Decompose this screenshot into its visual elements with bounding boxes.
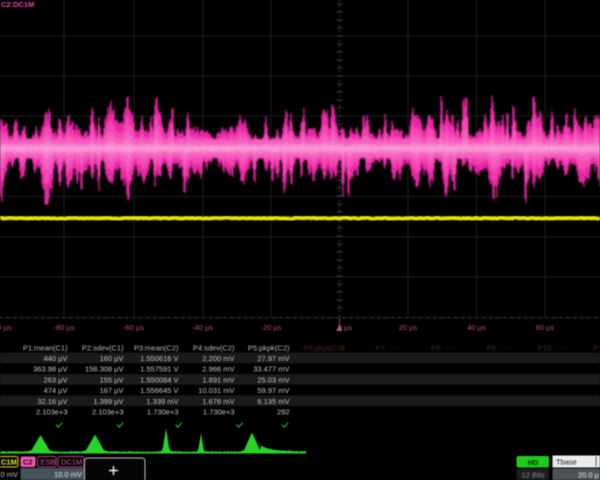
svg-text:ESB: ESB (41, 458, 56, 467)
svg-text:P4:sdev(C2): P4:sdev(C2) (193, 344, 235, 353)
svg-text:20 µs: 20 µs (399, 323, 418, 332)
svg-text:P8: - - -: P8: - - - (431, 344, 457, 353)
svg-text:59.97 mV: 59.97 mV (257, 386, 289, 395)
svg-text:474 µV: 474 µV (44, 386, 68, 395)
svg-text:Tbase: Tbase (556, 458, 577, 467)
svg-text:33.477 mV: 33.477 mV (253, 365, 289, 374)
svg-text:60 µs: 60 µs (536, 323, 555, 332)
svg-text:C1M: C1M (1, 458, 17, 467)
svg-text:12 Bits: 12 Bits (522, 471, 545, 480)
svg-text:155 µV: 155 µV (100, 375, 124, 384)
svg-text:C2:DC1M: C2:DC1M (1, 0, 34, 9)
svg-text:1.730e+3: 1.730e+3 (147, 408, 179, 417)
svg-text:1.339 mV: 1.339 mV (146, 397, 178, 406)
svg-text:25.03 mV: 25.03 mV (257, 375, 289, 384)
svg-text:P1:mean(C1): P1:mean(C1) (23, 344, 68, 353)
svg-text:1.676 mV: 1.676 mV (202, 397, 234, 406)
svg-text:1.891 mV: 1.891 mV (202, 375, 234, 384)
svg-text:263 µV: 263 µV (44, 375, 68, 384)
svg-text:-100 µs: -100 µs (0, 323, 12, 332)
svg-text:27.97 mV: 27.97 mV (257, 354, 289, 363)
svg-text:2.103e+3: 2.103e+3 (92, 408, 124, 417)
svg-text:0 µs: 0 µs (338, 323, 353, 332)
svg-text:20.0 µ: 20.0 µ (578, 471, 600, 480)
svg-text:1.550616 V: 1.550616 V (140, 354, 178, 363)
svg-text:P5:pkpk(C2): P5:pkpk(C2) (248, 344, 290, 353)
svg-text:10.031 mV: 10.031 mV (198, 386, 234, 395)
svg-text:C2: C2 (23, 458, 33, 467)
svg-text:1.556645 V: 1.556645 V (140, 386, 178, 395)
svg-text:DC1M: DC1M (61, 458, 82, 467)
svg-text:160 µV: 160 µV (100, 354, 124, 363)
svg-text:10.0 mV: 10.0 mV (54, 470, 82, 479)
svg-text:1.550084 V: 1.550084 V (140, 375, 178, 384)
svg-text:158.308 µV: 158.308 µV (85, 365, 124, 374)
svg-text:P3:mean(C2): P3:mean(C2) (134, 344, 179, 353)
svg-text:40 µs: 40 µs (467, 323, 486, 332)
svg-text:P6:pkpk(C3): P6:pkpk(C3) (303, 344, 345, 353)
svg-text:2.200 mV: 2.200 mV (202, 354, 234, 363)
svg-text:-60 µs: -60 µs (123, 323, 144, 332)
svg-text:1.730e+3: 1.730e+3 (203, 408, 235, 417)
svg-text:P10: - - -: P10: - - - (538, 344, 568, 353)
svg-text:-80 µs: -80 µs (54, 323, 75, 332)
svg-text:-20 µs: -20 µs (261, 323, 282, 332)
svg-text:292: 292 (277, 408, 290, 417)
svg-text:363.98 µV: 363.98 µV (33, 365, 67, 374)
svg-text:P11: - - -: P11: - - - (593, 344, 600, 353)
svg-text:1.557591 V: 1.557591 V (140, 365, 178, 374)
svg-text:0 mV: 0 mV (1, 470, 19, 479)
svg-text:-40 µs: -40 µs (192, 323, 213, 332)
svg-text:440 µV: 440 µV (44, 354, 68, 363)
svg-text:32.16 µV: 32.16 µV (37, 397, 67, 406)
svg-text:P7: - - -: P7: - - - (375, 344, 401, 353)
svg-text:HD: HD (528, 458, 539, 467)
svg-text:167 µV: 167 µV (100, 386, 124, 395)
svg-text:6.135 mV: 6.135 mV (257, 397, 289, 406)
svg-text:P9: - - -: P9: - - - (486, 344, 512, 353)
svg-text:2.103e+3: 2.103e+3 (36, 408, 68, 417)
svg-text:P2:sdev(C1): P2:sdev(C1) (82, 344, 124, 353)
svg-text:1.399 µV: 1.399 µV (93, 397, 123, 406)
svg-text:2.966 mV: 2.966 mV (202, 365, 234, 374)
